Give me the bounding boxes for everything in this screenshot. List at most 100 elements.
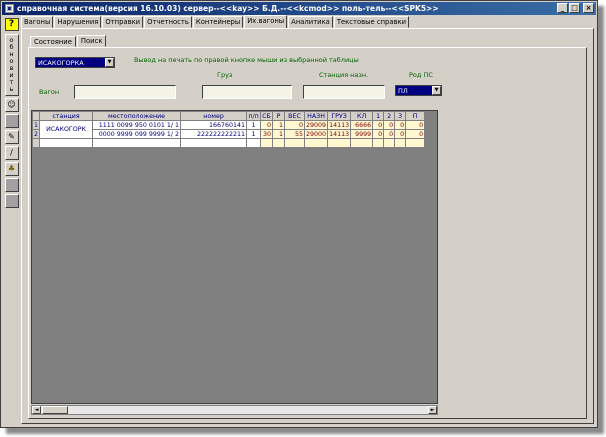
chevron-down-icon[interactable]: ▼ xyxy=(432,86,441,95)
tab-otpravki[interactable]: Отправки xyxy=(102,16,144,28)
col2-cell[interactable]: 0 xyxy=(383,120,396,130)
smiley-icon[interactable]: ☺ xyxy=(4,98,19,112)
empty-cell xyxy=(284,138,306,148)
results-table: станция местоположение номер п/п СБ Р ВЕ… xyxy=(32,111,426,148)
header-2[interactable]: 2 xyxy=(383,111,396,121)
app-icon: ▣ xyxy=(5,4,14,13)
minimize-button[interactable]: _ xyxy=(557,3,568,13)
subtab-poisk[interactable]: Поиск xyxy=(76,35,107,47)
rod-ps-value: ПЛ xyxy=(398,87,408,95)
window-controls: _ □ × xyxy=(557,3,594,13)
nazn-cell[interactable]: 29009 xyxy=(304,120,329,130)
toolbar-button-2[interactable] xyxy=(4,178,19,192)
rod-ps-select[interactable]: ПЛ ▼ xyxy=(395,85,442,96)
tab-ikh-vagony[interactable]: Их.вагоны xyxy=(244,15,288,28)
chevron-down-icon[interactable]: ▼ xyxy=(105,58,114,67)
gruz-cell[interactable]: 14113 xyxy=(327,120,352,130)
maximize-button[interactable]: □ xyxy=(569,3,580,13)
header-1[interactable]: 1 xyxy=(372,111,385,121)
subtab-sostoyanie[interactable]: Состояние xyxy=(30,36,76,47)
help-button[interactable]: ? xyxy=(4,18,19,31)
left-toolbar: ? обновить ☺ ✎ / ♣ xyxy=(3,16,20,425)
empty-cell xyxy=(246,138,262,148)
close-button[interactable]: × xyxy=(583,3,594,13)
empty-cell xyxy=(405,138,426,148)
empty-cell xyxy=(92,138,182,148)
empty-cell xyxy=(260,138,274,148)
tree-icon[interactable]: ♣ xyxy=(4,162,19,176)
nazn-cell[interactable]: 29000 xyxy=(304,129,329,139)
number-cell[interactable]: 166760141 xyxy=(180,120,248,130)
header-3[interactable]: 3 xyxy=(394,111,407,121)
r-cell[interactable]: 1 xyxy=(272,129,286,139)
col3-cell[interactable]: 0 xyxy=(394,120,407,130)
scroll-thumb[interactable] xyxy=(42,406,68,414)
empty-cell xyxy=(327,138,352,148)
toolbar-button-1[interactable] xyxy=(4,114,19,128)
tab-analitika[interactable]: Аналитика xyxy=(288,16,333,28)
p-cell[interactable]: 0 xyxy=(405,120,426,130)
tab-otchetnost[interactable]: Отчетность xyxy=(144,16,192,28)
empty-cell xyxy=(372,138,385,148)
header-number[interactable]: номер xyxy=(180,111,248,121)
print-hint: Вывод на печать по правой кнопке мыши из… xyxy=(134,56,359,64)
col2-cell[interactable]: 0 xyxy=(383,129,396,139)
header-station[interactable]: станция xyxy=(39,111,94,121)
tab-konteinery[interactable]: Контейнеры xyxy=(192,16,244,28)
header-p[interactable]: П xyxy=(405,111,426,121)
pp-cell[interactable]: 1 xyxy=(246,129,262,139)
wagon-field[interactable] xyxy=(74,85,176,99)
empty-cell xyxy=(350,138,374,148)
header-kl[interactable]: КЛ xyxy=(350,111,374,121)
toolbar-button-3[interactable] xyxy=(4,194,19,208)
wagon-label: Вагон xyxy=(39,88,60,96)
location-cell[interactable]: 1111 0099 950 0101 1/ 1 xyxy=(92,120,182,130)
tab-content: Состояние Поиск ИСАКОГОРКА ▼ Вывод на пе… xyxy=(21,28,594,424)
header-r[interactable]: Р xyxy=(272,111,286,121)
header-ves[interactable]: ВЕС xyxy=(284,111,306,121)
edit-icon[interactable]: ✎ xyxy=(4,130,19,144)
empty-cell xyxy=(394,138,407,148)
header-nazn[interactable]: НАЗН xyxy=(304,111,329,121)
scroll-right-icon[interactable]: ► xyxy=(428,406,437,414)
col1-cell[interactable]: 0 xyxy=(372,129,385,139)
empty-cell xyxy=(383,138,396,148)
col3-cell[interactable]: 0 xyxy=(394,129,407,139)
empty-cell xyxy=(39,138,94,148)
scroll-left-icon[interactable]: ◄ xyxy=(32,406,41,414)
ves-cell[interactable]: 55 xyxy=(284,129,306,139)
horizontal-scrollbar[interactable]: ◄ ► xyxy=(31,405,438,415)
tab-vagony[interactable]: Вагоны xyxy=(21,16,54,28)
header-pp[interactable]: п/п xyxy=(246,111,262,121)
empty-cell xyxy=(180,138,248,148)
gruz-cell[interactable]: 14113 xyxy=(327,129,352,139)
r-cell[interactable]: 1 xyxy=(272,120,286,130)
table-row[interactable]: 1 ИСАКОГОРК 1111 0099 950 0101 1/ 1 1667… xyxy=(32,120,426,139)
results-grid[interactable]: станция местоположение номер п/п СБ Р ВЕ… xyxy=(31,110,438,404)
pen-icon[interactable]: / xyxy=(4,146,19,160)
dest-station-field[interactable] xyxy=(303,85,385,99)
header-sb[interactable]: СБ xyxy=(260,111,274,121)
ves-cell[interactable]: 0 xyxy=(284,120,306,130)
header-location[interactable]: местоположение xyxy=(92,111,182,121)
location-cell[interactable]: 0000 9999 099 9999 1/ 2 xyxy=(92,129,182,139)
col1-cell[interactable]: 0 xyxy=(372,120,385,130)
row-number xyxy=(32,138,41,148)
station-select[interactable]: ИСАКОГОРКА ▼ xyxy=(35,57,115,68)
station-cell[interactable]: ИСАКОГОРК xyxy=(39,120,94,139)
table-header-row: станция местоположение номер п/п СБ Р ВЕ… xyxy=(32,111,426,121)
sb-cell[interactable]: 30 xyxy=(260,129,274,139)
header-gruz[interactable]: ГРУЗ xyxy=(327,111,352,121)
pp-cell[interactable]: 1 xyxy=(246,120,262,130)
tab-tekstovye-spravki[interactable]: Текстовые справки xyxy=(333,16,410,28)
number-cell[interactable]: 222222222211 xyxy=(180,129,248,139)
refresh-button[interactable]: обновить xyxy=(4,34,19,96)
title-bar[interactable]: ▣ справочная система(версия 16.10.03) се… xyxy=(2,2,596,15)
p-cell[interactable]: 0 xyxy=(405,129,426,139)
sb-cell[interactable]: 0 xyxy=(260,120,274,130)
kl-cell[interactable]: 6666 xyxy=(350,120,374,130)
tab-narusheniya[interactable]: Нарушения xyxy=(54,16,102,28)
kl-cell[interactable]: 9999 xyxy=(350,129,374,139)
cargo-field[interactable] xyxy=(202,85,292,99)
window-title: справочная система(версия 16.10.03) серв… xyxy=(17,4,439,13)
